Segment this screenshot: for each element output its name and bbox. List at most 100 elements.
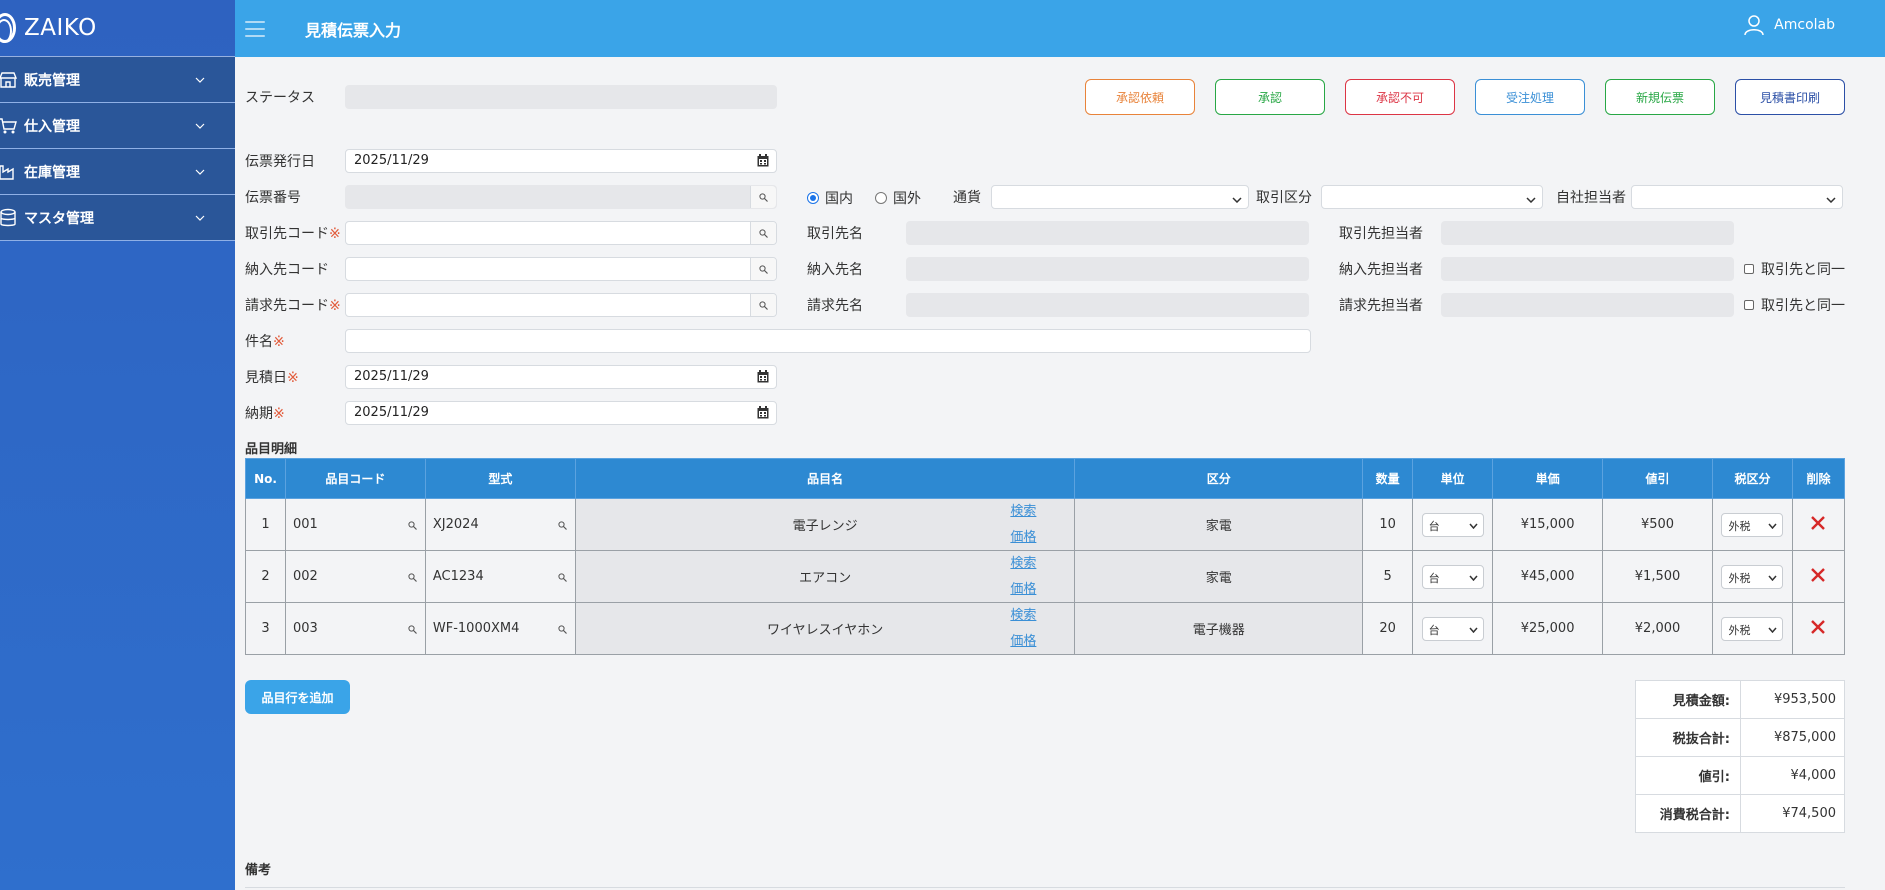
item-code-input[interactable]: 001 bbox=[284, 498, 426, 551]
calendar-icon[interactable] bbox=[757, 406, 769, 423]
request-approval-button[interactable]: 承認依頼 bbox=[1085, 79, 1195, 115]
delete-icon[interactable] bbox=[1810, 567, 1826, 587]
currency-select[interactable] bbox=[991, 185, 1249, 209]
store-icon bbox=[0, 68, 20, 92]
chevron-down-icon[interactable] bbox=[195, 71, 205, 87]
chevron-down-icon bbox=[1469, 623, 1478, 636]
client-code-input[interactable] bbox=[345, 221, 777, 245]
delivery-code-input[interactable] bbox=[345, 257, 777, 281]
client-person-label: 取引先担当者 bbox=[1339, 226, 1423, 242]
search-icon[interactable] bbox=[750, 258, 776, 280]
category-cell: 家電 bbox=[1074, 550, 1364, 603]
domestic-radio[interactable]: 国内 bbox=[807, 188, 853, 208]
price-link[interactable]: 価格 bbox=[1010, 629, 1036, 655]
issue-date-input[interactable]: 2025/11/29 bbox=[345, 149, 777, 173]
discount-input[interactable]: ¥1,500 bbox=[1602, 550, 1713, 603]
search-link[interactable]: 検索 bbox=[1010, 603, 1036, 629]
summary-row: 税抜合計: ¥875,000 bbox=[1635, 718, 1845, 757]
chevron-down-icon[interactable] bbox=[195, 117, 205, 133]
delivery-same-checkbox[interactable]: 取引先と同一 bbox=[1744, 259, 1845, 279]
unit-select[interactable]: 台 bbox=[1421, 564, 1484, 589]
delivery-person-label: 納入先担当者 bbox=[1339, 262, 1423, 278]
tax-select[interactable]: 外税 bbox=[1721, 616, 1784, 641]
sidebar-item-sales[interactable]: 販売管理 bbox=[0, 57, 235, 103]
search-icon[interactable] bbox=[750, 222, 776, 244]
estimate-date-input[interactable]: 2025/11/29 bbox=[345, 365, 777, 389]
item-code-input[interactable]: 003 bbox=[284, 602, 426, 655]
hamburger-menu-icon[interactable] bbox=[245, 20, 265, 37]
chevron-down-icon[interactable] bbox=[195, 163, 205, 179]
billing-person-label: 請求先担当者 bbox=[1339, 298, 1423, 314]
delete-cell bbox=[1791, 498, 1846, 551]
billing-same-checkbox[interactable]: 取引先と同一 bbox=[1744, 295, 1845, 315]
delete-icon[interactable] bbox=[1810, 515, 1826, 535]
qty-input[interactable]: 20 bbox=[1362, 602, 1414, 655]
unit-cell: 台 bbox=[1412, 602, 1494, 655]
subject-label: 件名※ bbox=[245, 334, 285, 350]
print-estimate-button[interactable]: 見積書印刷 bbox=[1735, 79, 1845, 115]
brand[interactable]: ZAIKO bbox=[0, 0, 235, 57]
billing-code-input[interactable] bbox=[345, 293, 777, 317]
item-code-input[interactable]: 002 bbox=[284, 550, 426, 603]
model-input[interactable]: XJ2024 bbox=[424, 498, 576, 551]
subject-input[interactable] bbox=[345, 329, 1311, 353]
deal-type-select[interactable] bbox=[1321, 185, 1543, 209]
search-link[interactable]: 検索 bbox=[1010, 499, 1036, 525]
sidebar-item-purchase[interactable]: 仕入管理 bbox=[0, 103, 235, 149]
calendar-icon[interactable] bbox=[757, 154, 769, 171]
status-label: ステータス bbox=[245, 90, 315, 106]
unit-select[interactable]: 台 bbox=[1421, 512, 1484, 537]
new-slip-button[interactable]: 新規伝票 bbox=[1605, 79, 1715, 115]
sidebar-item-label: 仕入管理 bbox=[24, 118, 80, 135]
due-date-input[interactable]: 2025/11/29 bbox=[345, 401, 777, 425]
notes-label: 備考 bbox=[245, 863, 272, 878]
delete-icon[interactable] bbox=[1810, 619, 1826, 639]
checkbox-icon bbox=[1744, 300, 1754, 310]
search-icon[interactable] bbox=[408, 623, 417, 638]
table-row: 2 002 AC1234 エアコン 検索 価格 家電 5 台 ¥45,000 ¥1,… bbox=[245, 550, 1846, 603]
search-icon[interactable] bbox=[750, 294, 776, 316]
delivery-name-field bbox=[906, 257, 1309, 281]
reject-button[interactable]: 承認不可 bbox=[1345, 79, 1455, 115]
chevron-down-icon bbox=[1768, 519, 1778, 532]
user-menu[interactable]: Amcolab bbox=[1744, 14, 1835, 36]
price-input[interactable]: ¥45,000 bbox=[1492, 550, 1604, 603]
delivery-person-field bbox=[1441, 257, 1734, 281]
qty-input[interactable]: 5 bbox=[1362, 550, 1414, 603]
tax-select[interactable]: 外税 bbox=[1721, 512, 1784, 537]
search-icon[interactable] bbox=[558, 623, 567, 638]
billing-code-label: 請求先コード※ bbox=[245, 298, 341, 314]
column-header: 品目名 bbox=[574, 458, 1076, 499]
foreign-radio[interactable]: 国外 bbox=[875, 188, 921, 208]
search-icon[interactable] bbox=[408, 519, 417, 534]
search-icon[interactable] bbox=[558, 519, 567, 534]
column-header: 品目コード bbox=[284, 458, 426, 499]
sidebar-item-inventory[interactable]: 在庫管理 bbox=[0, 149, 235, 195]
client-name-field bbox=[906, 221, 1309, 245]
search-link[interactable]: 検索 bbox=[1010, 551, 1036, 577]
order-process-button[interactable]: 受注処理 bbox=[1475, 79, 1585, 115]
chevron-down-icon[interactable] bbox=[195, 209, 205, 225]
tax-select[interactable]: 外税 bbox=[1721, 564, 1784, 589]
sidebar-item-master[interactable]: マスタ管理 bbox=[0, 195, 235, 241]
approve-button[interactable]: 承認 bbox=[1215, 79, 1325, 115]
add-item-row-button[interactable]: 品目行を追加 bbox=[245, 680, 350, 714]
qty-input[interactable]: 10 bbox=[1362, 498, 1414, 551]
search-icon[interactable] bbox=[558, 571, 567, 586]
unit-select[interactable]: 台 bbox=[1421, 616, 1484, 641]
discount-input[interactable]: ¥2,000 bbox=[1602, 602, 1713, 655]
client-name-label: 取引先名 bbox=[807, 226, 863, 242]
chevron-down-icon bbox=[1469, 571, 1478, 584]
price-link[interactable]: 価格 bbox=[1010, 577, 1036, 603]
price-link[interactable]: 価格 bbox=[1010, 525, 1036, 551]
search-icon[interactable] bbox=[750, 186, 776, 208]
search-icon[interactable] bbox=[408, 571, 417, 586]
model-input[interactable]: AC1234 bbox=[424, 550, 576, 603]
staff-select[interactable] bbox=[1631, 185, 1843, 209]
price-input[interactable]: ¥15,000 bbox=[1492, 498, 1604, 551]
chevron-down-icon bbox=[1826, 191, 1836, 207]
price-input[interactable]: ¥25,000 bbox=[1492, 602, 1604, 655]
discount-input[interactable]: ¥500 bbox=[1602, 498, 1713, 551]
model-input[interactable]: WF-1000XM4 bbox=[424, 602, 576, 655]
calendar-icon[interactable] bbox=[757, 370, 769, 387]
